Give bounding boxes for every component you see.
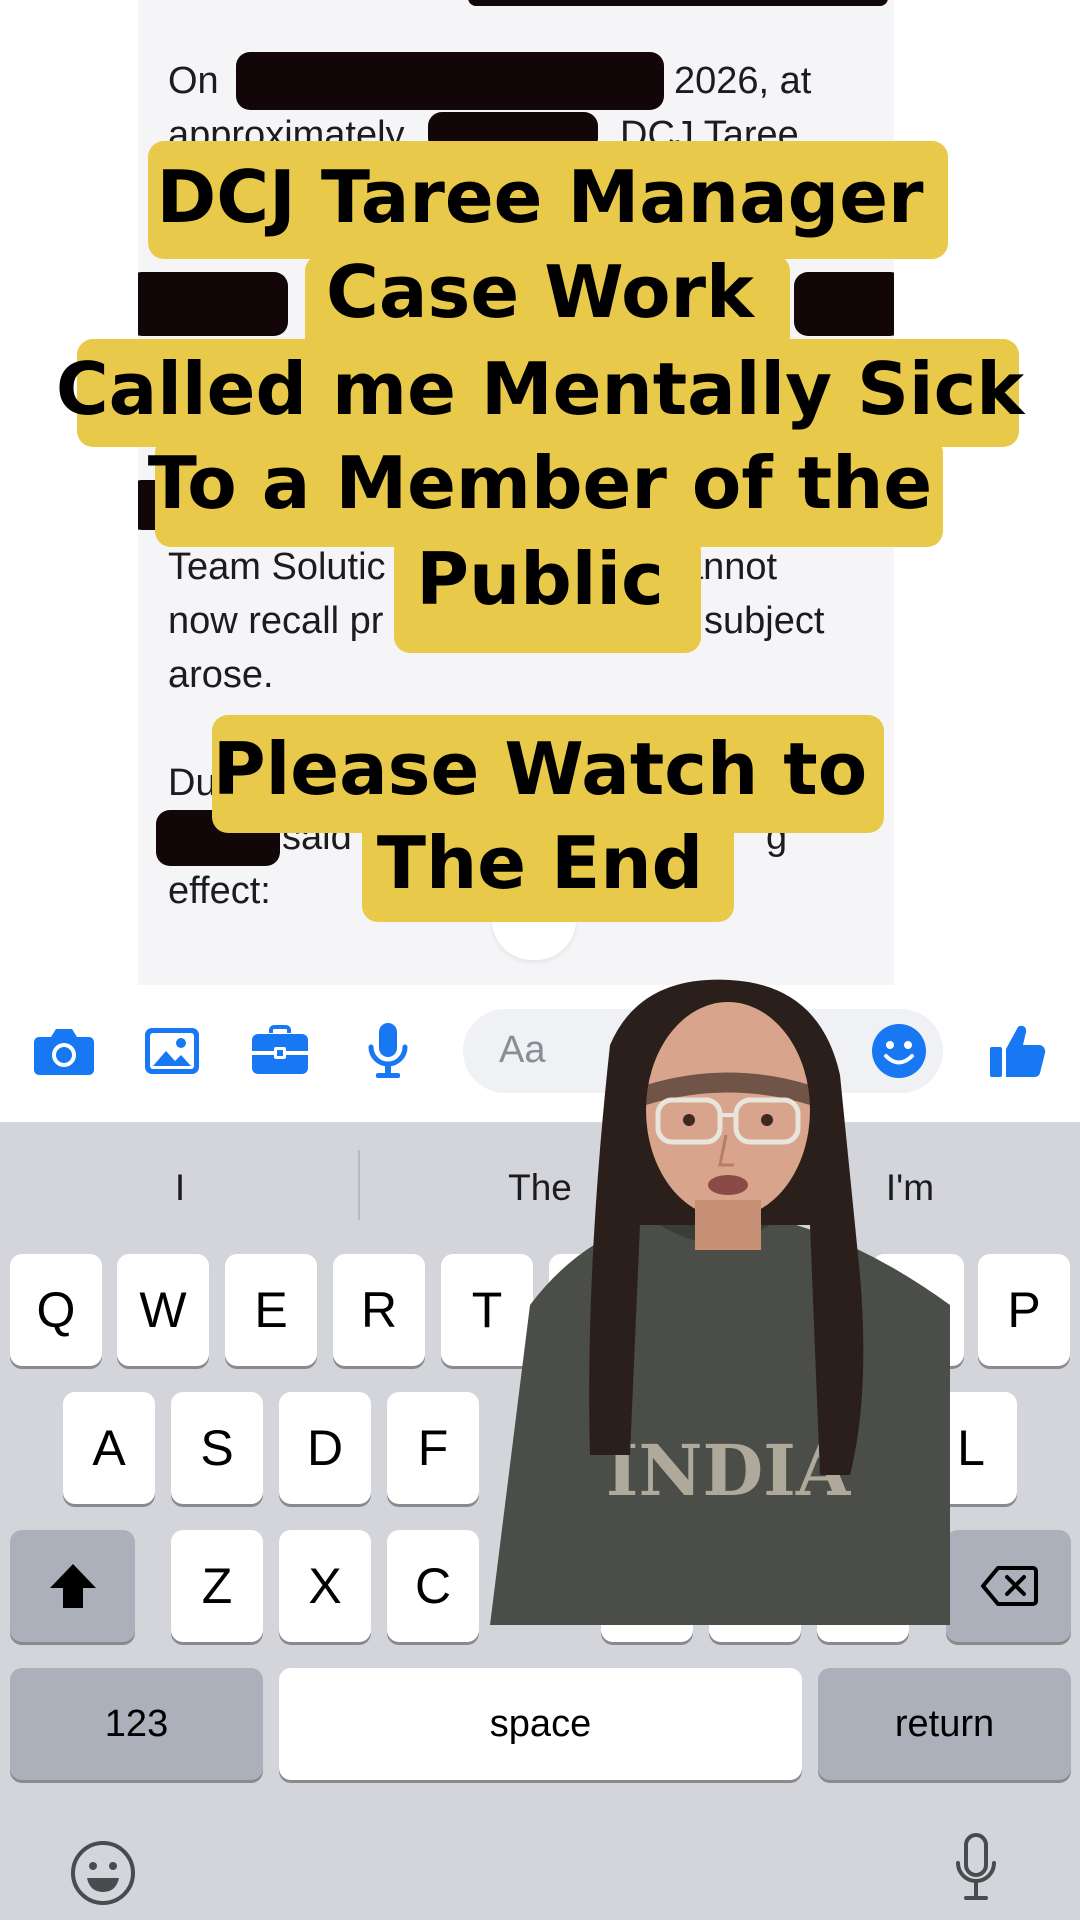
briefcase-icon[interactable] bbox=[244, 1015, 316, 1087]
doc-line1-end: 2026, at bbox=[674, 60, 812, 102]
suggestion-1[interactable]: I bbox=[30, 1167, 330, 1209]
shift-key[interactable] bbox=[10, 1530, 135, 1642]
presenter-video: INDIA bbox=[490, 975, 960, 1625]
key-r[interactable]: R bbox=[333, 1254, 425, 1366]
key-s[interactable]: S bbox=[171, 1392, 263, 1504]
doc-line1-start: On bbox=[168, 60, 219, 102]
key-a[interactable]: A bbox=[63, 1392, 155, 1504]
delete-key[interactable] bbox=[946, 1530, 1071, 1642]
delete-icon bbox=[980, 1566, 1038, 1606]
caption-line-4: To a Member of the bbox=[147, 441, 933, 525]
key-p[interactable]: P bbox=[978, 1254, 1070, 1366]
space-key[interactable]: space bbox=[279, 1668, 802, 1780]
key-z[interactable]: Z bbox=[171, 1530, 263, 1642]
key-d[interactable]: D bbox=[279, 1392, 371, 1504]
redaction-top bbox=[468, 0, 888, 6]
caption-line-1: DCJ Taree Manager bbox=[156, 155, 924, 239]
camera-icon[interactable] bbox=[28, 1015, 100, 1087]
key-e[interactable]: E bbox=[225, 1254, 317, 1366]
key-f[interactable]: F bbox=[387, 1392, 479, 1504]
caption-line-2: Case Work bbox=[326, 250, 754, 334]
redaction-date bbox=[236, 52, 664, 110]
numbers-key[interactable]: 123 bbox=[10, 1668, 263, 1780]
microphone-icon[interactable] bbox=[352, 1015, 424, 1087]
dictation-icon[interactable] bbox=[954, 1832, 998, 1902]
image-icon[interactable] bbox=[136, 1015, 208, 1087]
return-key[interactable]: return bbox=[818, 1668, 1071, 1780]
caption-line-7: The End bbox=[376, 821, 704, 905]
suggestion-divider bbox=[358, 1150, 360, 1220]
shift-icon bbox=[49, 1564, 96, 1608]
key-w[interactable]: W bbox=[117, 1254, 209, 1366]
caption-line-3: Called me Mentally Sick bbox=[55, 347, 1025, 431]
key-q[interactable]: Q bbox=[10, 1254, 102, 1366]
caption-line-5: Public bbox=[416, 537, 664, 621]
scroll-indicator bbox=[492, 920, 576, 960]
emoji-keyboard-icon[interactable] bbox=[70, 1840, 136, 1906]
key-x[interactable]: X bbox=[279, 1530, 371, 1642]
key-c[interactable]: C bbox=[387, 1530, 479, 1642]
doc-arose: arose. bbox=[168, 654, 274, 696]
caption-line-6: Please Watch to bbox=[212, 727, 868, 811]
svg-text:INDIA: INDIA bbox=[606, 1429, 852, 1512]
thumbs-up-icon[interactable] bbox=[982, 1015, 1054, 1087]
